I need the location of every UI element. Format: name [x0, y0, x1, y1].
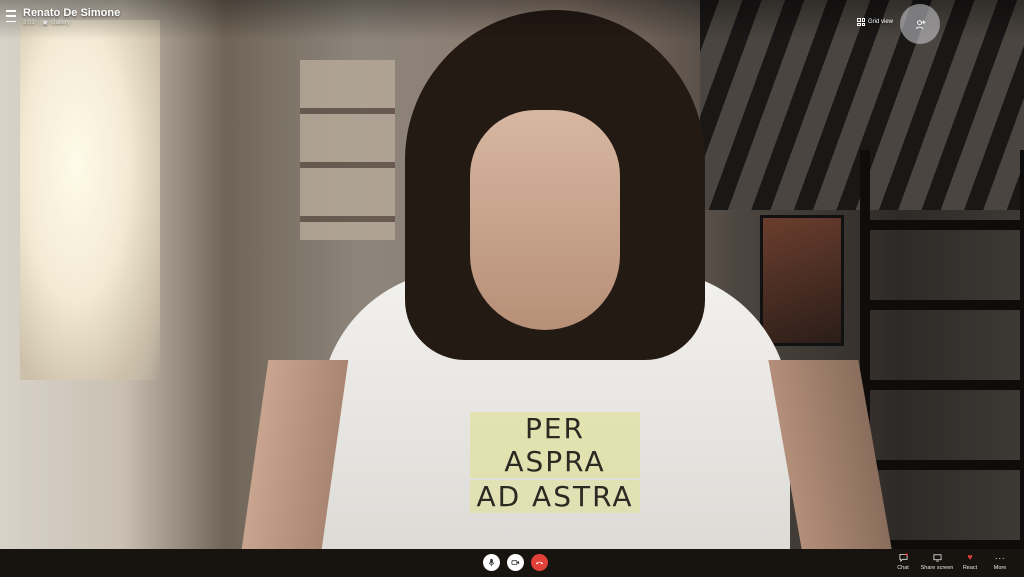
grid-view-label: Grid view	[868, 19, 894, 25]
share-screen-icon	[932, 553, 942, 562]
gallery-icon: ▣	[42, 20, 48, 26]
background-window	[20, 20, 160, 380]
background-shelf	[300, 60, 395, 240]
add-people-button[interactable]	[900, 4, 940, 44]
more-icon: ···	[994, 552, 1006, 563]
heart-icon: ♥	[967, 552, 973, 562]
add-people-icon	[915, 19, 926, 29]
background-ladder	[860, 150, 1024, 549]
chat-icon	[898, 553, 908, 562]
react-button[interactable]: ♥ React	[960, 552, 980, 572]
microphone-icon	[488, 558, 495, 567]
mute-microphone-button[interactable]	[483, 554, 500, 571]
shirt-text-line-2: AD ASTRA	[470, 480, 640, 513]
react-label: React	[962, 565, 978, 571]
grid-view-button[interactable]: Grid view	[857, 18, 893, 26]
call-duration: 3:03	[23, 19, 35, 26]
chat-button[interactable]: Chat	[893, 553, 913, 571]
grid-view-icon	[857, 18, 865, 26]
hamburger-menu-icon[interactable]	[6, 9, 16, 23]
end-call-icon	[535, 561, 544, 565]
call-controls-bar: Chat Share screen ♥ React ··· More	[0, 549, 1024, 577]
more-label: More	[993, 565, 1007, 571]
share-screen-button[interactable]: Share screen	[920, 553, 954, 571]
person-face	[470, 110, 620, 330]
call-status: 3:03 | ▣ Gallery	[23, 19, 70, 27]
layout-label[interactable]: Gallery	[51, 20, 70, 26]
toggle-video-button[interactable]	[507, 554, 524, 571]
share-screen-label: Share screen	[920, 565, 954, 571]
chat-label: Chat	[897, 565, 909, 571]
remote-video-feed: PER ASPRA AD ASTRA	[0, 0, 1024, 549]
more-button[interactable]: ··· More	[990, 553, 1010, 571]
background-poster	[760, 215, 844, 346]
shirt-text-line-1: PER ASPRA	[470, 412, 640, 478]
end-call-button[interactable]	[531, 554, 548, 571]
call-top-bar: Renato De Simone 3:03 | ▣ Gallery Grid v…	[0, 0, 1024, 44]
status-separator: |	[37, 19, 40, 26]
video-camera-icon	[511, 560, 520, 565]
participant-name: Renato De Simone	[23, 7, 121, 19]
